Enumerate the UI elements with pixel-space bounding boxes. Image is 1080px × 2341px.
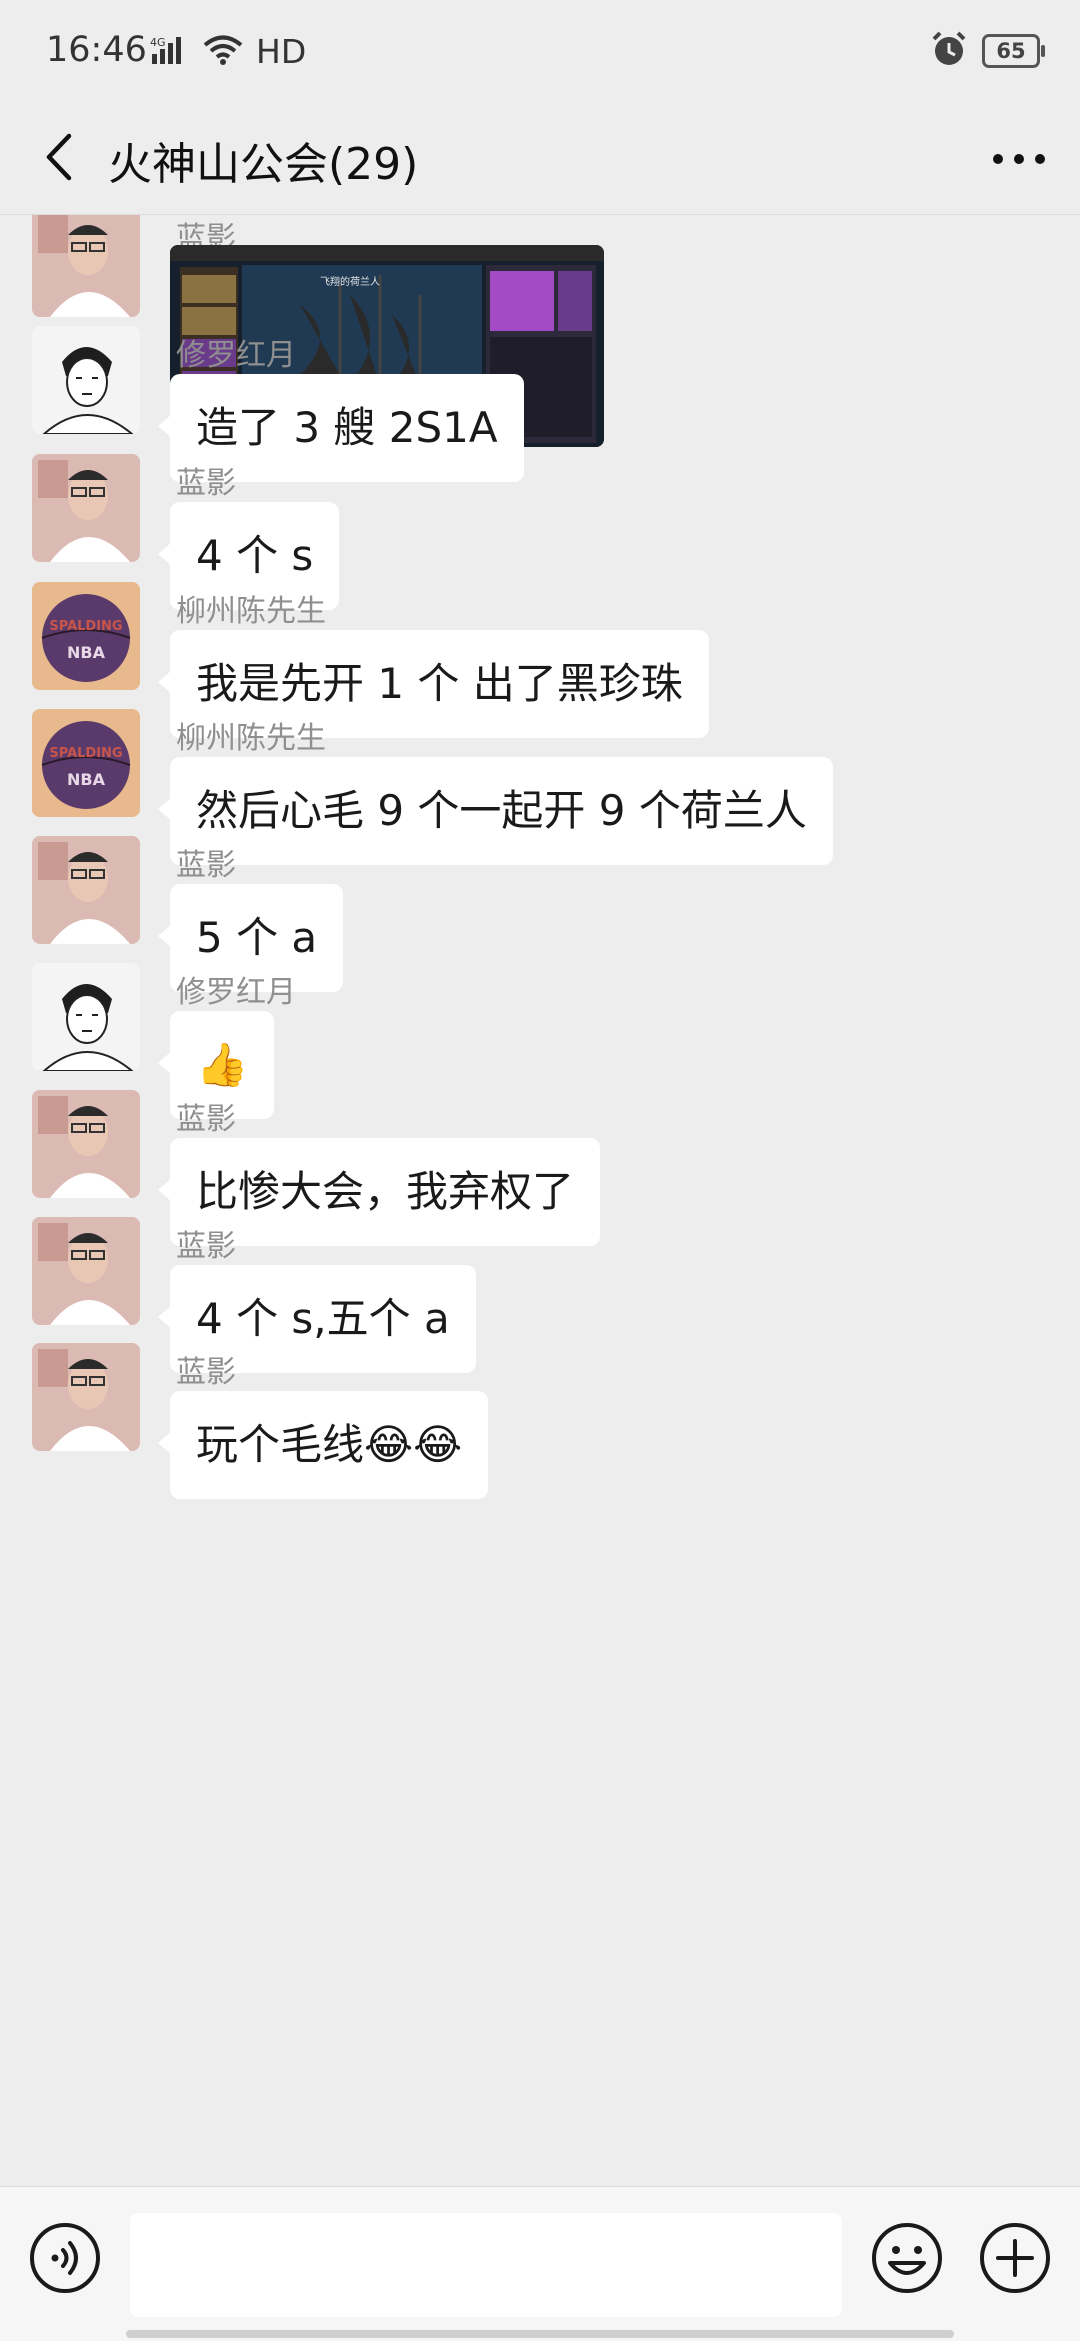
svg-text:4G: 4G — [150, 36, 166, 49]
emoji-button[interactable] — [870, 2221, 944, 2295]
alarm-icon — [930, 30, 968, 72]
avatar-brand: SPALDING — [49, 619, 122, 634]
sender-name: 蓝影 — [176, 848, 236, 883]
sender-name: 蓝影 — [176, 1229, 236, 1264]
avatar[interactable] — [32, 326, 140, 434]
message-bubble[interactable]: 玩个毛线😂😂 — [157, 1391, 489, 1499]
more-button[interactable] — [986, 126, 1052, 192]
emoji-icon — [870, 2223, 944, 2299]
voice-button[interactable] — [28, 2221, 102, 2295]
chat-title: 火神山公会(29) — [108, 139, 419, 190]
avatar[interactable] — [32, 1090, 140, 1198]
image-caption: 飞翔的荷兰人 — [320, 275, 380, 288]
avatar-league: NBA — [67, 643, 106, 662]
back-button[interactable] — [30, 126, 90, 192]
plus-button[interactable] — [978, 2221, 1052, 2295]
battery-icon: 65 — [982, 34, 1045, 68]
sender-name: 柳州陈先生 — [176, 594, 326, 629]
chat-message-list[interactable]: 蓝影 飞翔的荷兰人 修罗红月 造了 3 艘 2S1A 蓝影 4 个 s SPAL… — [0, 215, 1080, 2185]
avatar[interactable] — [32, 454, 140, 562]
sender-name: 蓝影 — [176, 1355, 236, 1390]
status-bar: 16:46 4G HD 65 — [0, 0, 1080, 104]
avatar-league: NBA — [67, 770, 106, 789]
chat-header: 火神山公会(29) — [0, 104, 1080, 215]
voice-icon — [28, 2223, 102, 2299]
home-indicator — [126, 2330, 954, 2338]
message-input[interactable] — [130, 2213, 842, 2317]
sender-name: 蓝影 — [176, 1102, 236, 1137]
hd-label: HD — [256, 32, 307, 71]
sender-name: 柳州陈先生 — [176, 721, 326, 756]
status-icons: 4G HD — [150, 32, 306, 71]
status-time: 16:46 — [46, 30, 147, 70]
avatar[interactable] — [32, 215, 140, 317]
sender-name: 修罗红月 — [176, 338, 296, 373]
chevron-left-icon — [43, 132, 77, 186]
avatar[interactable] — [32, 1343, 140, 1451]
sender-name: 蓝影 — [176, 466, 236, 501]
more-dots-icon — [992, 150, 1046, 169]
avatar[interactable] — [32, 1217, 140, 1325]
input-bar — [0, 2186, 1080, 2341]
signal-icon: 4G — [150, 34, 194, 70]
sender-name: 修罗红月 — [176, 975, 296, 1010]
status-right: 65 — [930, 30, 1045, 72]
avatar[interactable]: SPALDING NBA — [32, 582, 140, 690]
plus-icon — [978, 2223, 1052, 2299]
avatar-brand: SPALDING — [49, 746, 122, 761]
wifi-icon — [202, 34, 244, 70]
avatar[interactable] — [32, 836, 140, 944]
message-bubble[interactable]: 然后心毛 9 个一起开 9 个荷兰人 — [158, 757, 833, 865]
avatar[interactable]: SPALDING NBA — [32, 709, 140, 817]
avatar[interactable] — [32, 963, 140, 1071]
